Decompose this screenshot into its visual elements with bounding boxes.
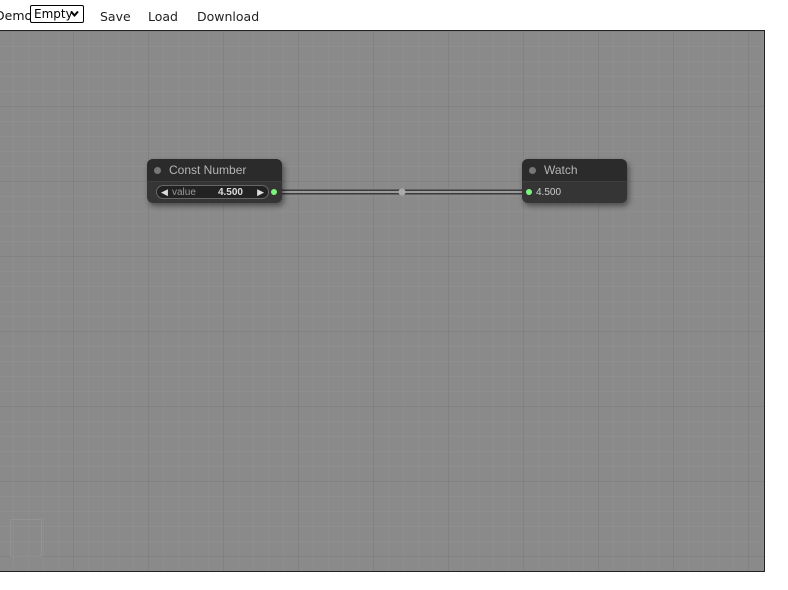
graph-canvas[interactable]: Const Number ◀ value 4.500 ▶ Watch 4.500	[0, 30, 765, 572]
decrement-arrow-icon[interactable]: ◀	[161, 186, 168, 199]
demo-label: Demo	[0, 8, 33, 23]
value-number-widget[interactable]: ◀ value 4.500 ▶	[156, 185, 269, 199]
link-center-dot[interactable]	[398, 188, 406, 196]
link-layer	[276, 188, 529, 196]
widget-value: 4.500	[217, 187, 243, 198]
demo-select[interactable]: Empty	[30, 5, 84, 23]
minimap	[10, 519, 42, 557]
output-slot[interactable]	[271, 189, 277, 195]
node-const-number[interactable]: Const Number ◀ value 4.500 ▶	[147, 159, 282, 203]
node-watch[interactable]: Watch 4.500	[522, 159, 627, 203]
save-button[interactable]: Save	[100, 9, 131, 24]
widget-label: value	[172, 187, 196, 198]
chevron-down-icon	[70, 10, 79, 18]
input-slot[interactable]	[526, 189, 532, 195]
collapse-dot-icon[interactable]	[529, 167, 536, 174]
load-button[interactable]: Load	[148, 9, 178, 24]
node-title-bar[interactable]: Watch	[522, 159, 627, 182]
node-title-bar[interactable]: Const Number	[147, 159, 282, 182]
demo-select-value: Empty	[34, 7, 73, 21]
node-title: Const Number	[169, 163, 247, 177]
watch-value: 4.500	[536, 187, 562, 198]
node-link[interactable]	[276, 188, 529, 196]
toolbar: Demo Empty Save Load Download	[0, 0, 788, 30]
collapse-dot-icon[interactable]	[154, 167, 161, 174]
increment-arrow-icon[interactable]: ▶	[257, 186, 264, 199]
download-button[interactable]: Download	[197, 9, 259, 24]
node-title: Watch	[544, 163, 578, 177]
